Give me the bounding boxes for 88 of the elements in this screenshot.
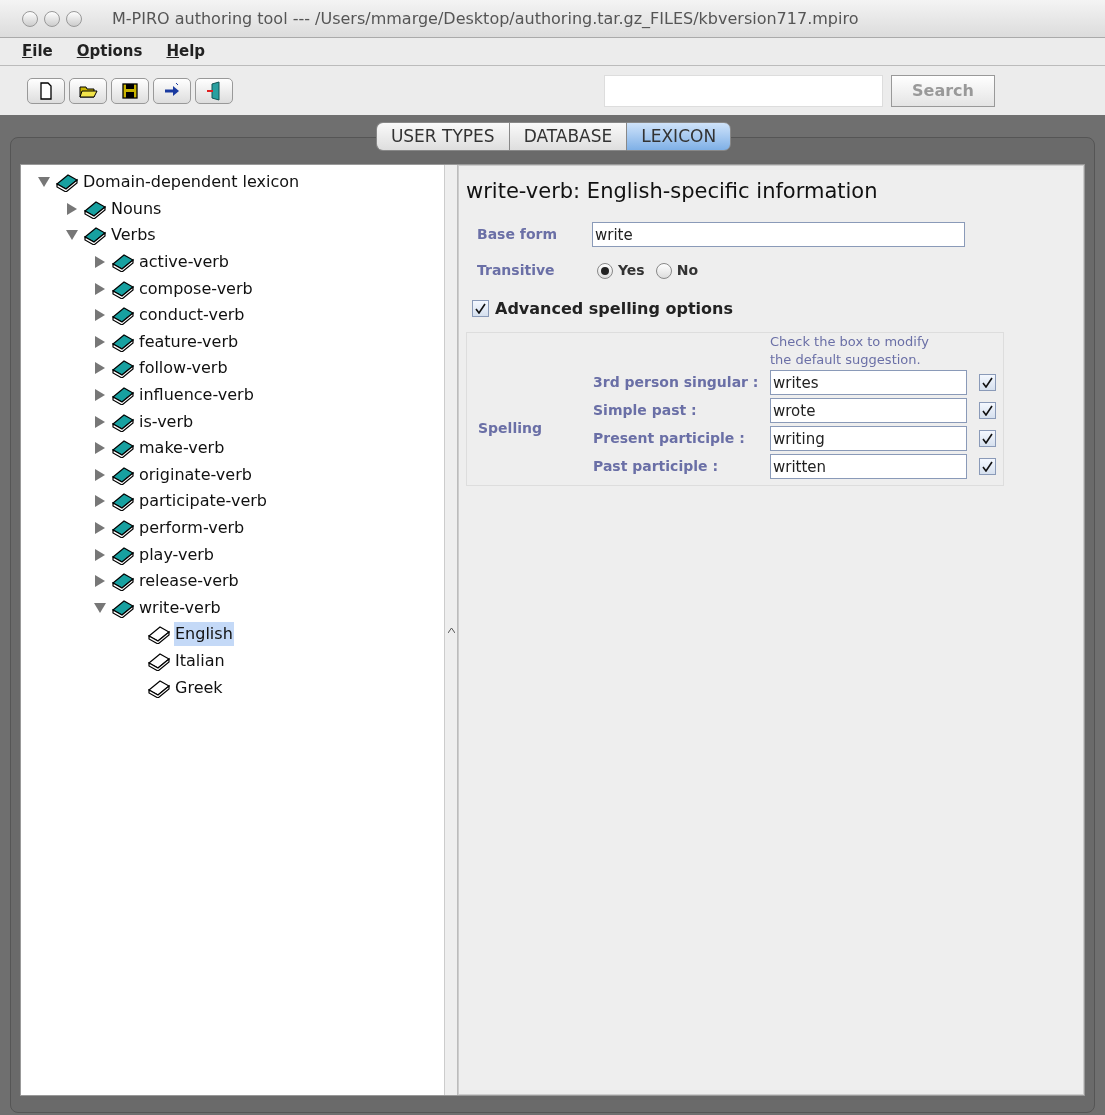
tree-item[interactable]: participate-verb bbox=[138, 489, 268, 514]
checkbox[interactable] bbox=[979, 430, 996, 447]
zoom-button[interactable] bbox=[66, 10, 82, 27]
collapsed-arrow-icon[interactable] bbox=[95, 468, 105, 481]
radio-button[interactable] bbox=[597, 262, 613, 279]
tree-item[interactable]: conduct-verb bbox=[138, 303, 246, 328]
toolbar-button[interactable] bbox=[111, 77, 149, 104]
collapsed-arrow-icon[interactable] bbox=[95, 415, 105, 428]
tree-item[interactable]: influence-verb bbox=[138, 383, 255, 408]
tree-item[interactable]: Domain-dependent lexicon bbox=[82, 170, 301, 195]
book-icon bbox=[147, 624, 171, 645]
collapsed-arrow-icon[interactable] bbox=[95, 442, 105, 455]
tree-item[interactable]: compose-verb bbox=[138, 276, 254, 301]
collapsed-arrow-icon[interactable] bbox=[67, 202, 77, 215]
book-icon bbox=[83, 225, 107, 246]
field-label: Base form bbox=[477, 225, 559, 244]
radio-label: No bbox=[676, 261, 699, 280]
collapsed-arrow-icon[interactable] bbox=[95, 575, 105, 588]
collapsed-arrow-icon[interactable] bbox=[95, 495, 105, 508]
panel-heading: write-verb: English-specific information bbox=[466, 178, 879, 205]
tree-item[interactable]: release-verb bbox=[138, 569, 240, 594]
field-label: Past participle : bbox=[593, 457, 719, 476]
collapsed-arrow-icon[interactable] bbox=[95, 256, 105, 269]
menu-item[interactable]: Options bbox=[76, 40, 143, 63]
toolbar-button[interactable] bbox=[27, 77, 65, 104]
collapsed-arrow-icon[interactable] bbox=[95, 362, 105, 375]
field-label: Transitive bbox=[477, 261, 556, 280]
collapsed-arrow-icon[interactable] bbox=[95, 282, 105, 295]
field-label: Present participle : bbox=[593, 429, 746, 448]
tree-item[interactable]: make-verb bbox=[138, 436, 226, 461]
tree-item[interactable]: feature-verb bbox=[138, 329, 240, 354]
tree-item[interactable]: Greek bbox=[174, 675, 224, 700]
toolbar-button[interactable] bbox=[153, 77, 191, 104]
checkbox-label: Advanced spelling options bbox=[495, 297, 733, 320]
book-icon bbox=[111, 305, 135, 326]
tree-item[interactable]: write-verb bbox=[138, 595, 222, 620]
collapsed-arrow-icon[interactable] bbox=[95, 522, 105, 534]
checkbox[interactable] bbox=[472, 300, 489, 317]
checkbox[interactable] bbox=[979, 402, 996, 419]
expanded-arrow-icon[interactable] bbox=[38, 177, 50, 188]
radio-button[interactable] bbox=[655, 262, 672, 279]
minimize-button[interactable] bbox=[44, 10, 60, 27]
checkbox[interactable] bbox=[979, 458, 996, 475]
tree-item[interactable]: follow-verb bbox=[138, 356, 229, 381]
tab[interactable]: LEXICON bbox=[626, 122, 732, 151]
book-icon bbox=[111, 571, 135, 592]
book-icon bbox=[111, 385, 135, 406]
tree-item[interactable]: Verbs bbox=[110, 223, 157, 248]
menu-item[interactable]: File bbox=[22, 40, 53, 63]
spelling-field[interactable]: written bbox=[770, 454, 967, 479]
tree-item[interactable]: Nouns bbox=[110, 196, 163, 221]
tree-item[interactable]: originate-verb bbox=[138, 462, 253, 487]
group-label: Spelling bbox=[477, 419, 543, 438]
tree-item[interactable]: English bbox=[174, 622, 234, 647]
field-label: Simple past : bbox=[593, 401, 698, 420]
tree-item[interactable]: active-verb bbox=[138, 250, 231, 275]
spelling-field[interactable]: writes bbox=[770, 370, 967, 395]
tree-item[interactable]: Italian bbox=[174, 649, 226, 673]
tree-item[interactable]: is-verb bbox=[138, 409, 195, 434]
search-field[interactable] bbox=[604, 74, 883, 107]
field-label: 3rd person singular : bbox=[593, 373, 760, 392]
checkbox[interactable] bbox=[979, 374, 996, 391]
tree-item[interactable]: perform-verb bbox=[138, 516, 246, 540]
expanded-arrow-icon[interactable] bbox=[94, 602, 106, 613]
radio-label: Yes bbox=[618, 261, 645, 280]
book-icon bbox=[111, 358, 135, 379]
book-icon bbox=[111, 252, 135, 273]
book-icon bbox=[55, 172, 79, 193]
tab[interactable]: USER TYPES bbox=[375, 122, 509, 151]
base-form-field[interactable]: write bbox=[592, 222, 965, 247]
close-button[interactable] bbox=[22, 10, 38, 27]
book-icon bbox=[111, 518, 135, 538]
window-title: M-PIRO authoring tool --- /Users/mmarge/Desktop/authoring.tar.gz_FILES/kbversion717.mpiro bbox=[112, 7, 859, 30]
collapsed-arrow-icon[interactable] bbox=[95, 309, 105, 322]
expanded-arrow-icon[interactable] bbox=[66, 230, 78, 241]
spelling-field[interactable]: wrote bbox=[770, 398, 967, 423]
book-icon bbox=[147, 651, 171, 671]
collapsed-arrow-icon[interactable] bbox=[95, 389, 105, 402]
book-icon bbox=[111, 438, 135, 459]
collapsed-arrow-icon[interactable] bbox=[95, 548, 105, 561]
spelling-field[interactable]: writing bbox=[770, 426, 967, 451]
toolbar-button[interactable] bbox=[69, 77, 107, 104]
collapsed-arrow-icon[interactable] bbox=[95, 335, 105, 348]
book-icon bbox=[111, 491, 135, 512]
tab[interactable]: DATABASE bbox=[508, 122, 627, 151]
hint-text: Check the box to modify the default suggestion. bbox=[770, 332, 930, 369]
menu-item[interactable]: Help bbox=[166, 40, 206, 63]
tree-item[interactable]: play-verb bbox=[138, 542, 215, 567]
